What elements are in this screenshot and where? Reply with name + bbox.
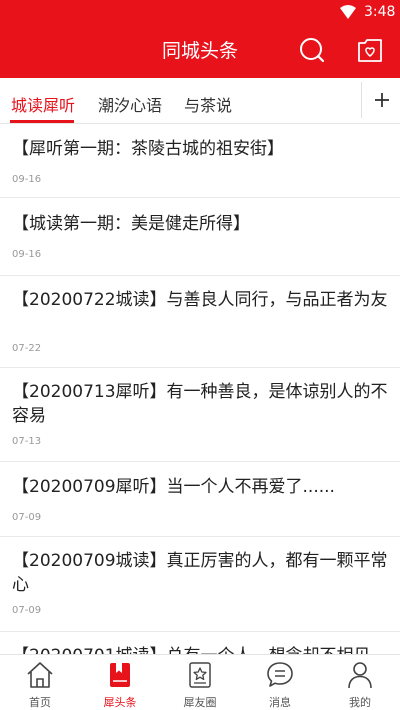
news-date: 07-13	[12, 436, 42, 447]
search-icon	[300, 38, 325, 63]
news-title: 【20200722城读】与善良人同行，与品正者为友	[12, 290, 388, 310]
chat-bubble-icon	[267, 662, 293, 687]
news-date: 09-16	[12, 174, 42, 185]
nav-home[interactable]: 首页	[0, 655, 80, 710]
add-tab-button[interactable]	[372, 88, 392, 112]
person-icon	[348, 662, 372, 689]
news-title: 【20200701城读】总有一个人，想念却不相见	[12, 644, 390, 654]
bookmark-book-icon	[110, 663, 130, 687]
star-note-icon	[189, 662, 211, 688]
tab-chengdu-xiting[interactable]: 城读犀听	[11, 92, 75, 116]
list-item[interactable]: 【城读第一期：美是健走所得】 09-16	[0, 198, 400, 276]
nav-profile[interactable]: 我的	[320, 655, 400, 710]
list-item[interactable]: 【20200709犀听】当一个人不再爱了...... 07-09	[0, 462, 400, 537]
status-bar: 3:48	[0, 0, 400, 24]
category-tabs: 城读犀听 潮汐心语 与茶说	[0, 78, 400, 124]
news-title: 【20200709犀听】当一个人不再爱了......	[12, 477, 335, 497]
news-date: 07-22	[12, 343, 42, 354]
search-button[interactable]	[298, 36, 326, 64]
nav-label: 犀头条	[103, 696, 137, 709]
list-item[interactable]: 【20200709城读】真正厉害的人，都有一颗平常心 07-09	[0, 537, 400, 632]
home-icon	[27, 662, 53, 688]
news-title: 【犀听第一期：茶陵古城的祖安街】	[12, 139, 284, 159]
tab-yu-cha-shuo[interactable]: 与茶说	[184, 92, 232, 116]
nav-friends-circle[interactable]: 犀友圈	[160, 655, 240, 710]
wifi-icon	[340, 5, 356, 19]
bottom-navigation: 首页 犀头条 犀友圈 消息 我的	[0, 654, 400, 710]
tab-chaoxi-xinyu[interactable]: 潮汐心语	[98, 92, 162, 116]
nav-label: 我的	[349, 696, 371, 709]
nav-headlines[interactable]: 犀头条	[80, 655, 160, 710]
heart-tray-icon	[358, 39, 382, 62]
plus-icon	[375, 93, 389, 107]
page-title: 同城头条	[161, 40, 238, 62]
status-time: 3:48	[364, 4, 396, 20]
nav-label: 首页	[29, 696, 51, 709]
nav-messages[interactable]: 消息	[240, 655, 320, 710]
list-item[interactable]: 【20200722城读】与善良人同行，与品正者为友 07-22	[0, 276, 400, 368]
nav-label: 消息	[269, 696, 291, 709]
list-item[interactable]: 【犀听第一期：茶陵古城的祖安街】 09-16	[0, 124, 400, 198]
news-date: 09-16	[12, 249, 42, 260]
nav-label: 犀友圈	[183, 696, 217, 709]
news-title: 【20200709城读】真正厉害的人，都有一颗平常心	[12, 551, 388, 595]
news-date: 07-09	[12, 605, 42, 616]
favorites-inbox-button[interactable]	[356, 36, 384, 64]
news-list: 【犀听第一期：茶陵古城的祖安街】 09-16 【城读第一期：美是健走所得】 09…	[0, 124, 400, 654]
news-date: 07-09	[12, 512, 42, 523]
tab-divider	[361, 82, 362, 118]
active-tab-indicator	[10, 120, 74, 123]
list-item[interactable]: 【20200701城读】总有一个人，想念却不相见	[0, 632, 400, 654]
list-item[interactable]: 【20200713犀听】有一种善良，是体谅别人的不容易 07-13	[0, 368, 400, 462]
news-title: 【20200713犀听】有一种善良，是体谅别人的不容易	[12, 382, 388, 426]
news-title: 【城读第一期：美是健走所得】	[12, 214, 250, 234]
